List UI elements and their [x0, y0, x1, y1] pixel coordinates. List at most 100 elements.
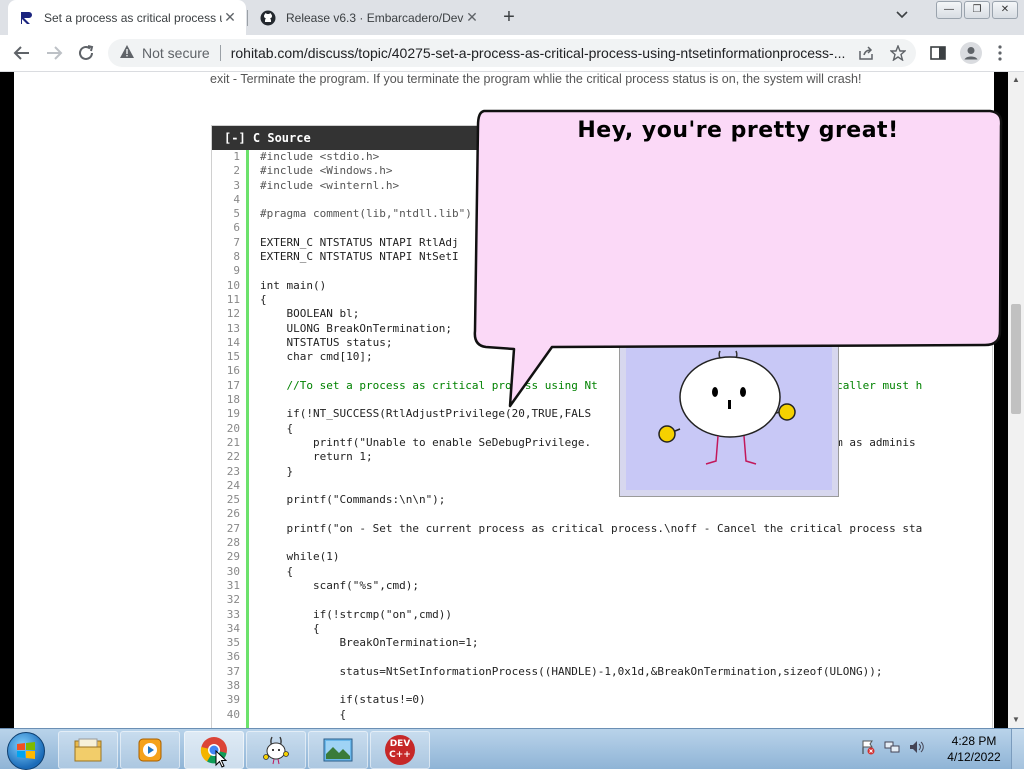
- line-number: 4: [233, 192, 240, 206]
- code-line: printf("on - Set the current process as …: [260, 521, 923, 535]
- tab-separator: [247, 10, 248, 26]
- taskbar-screenshot-button[interactable]: [308, 731, 368, 769]
- line-number: 28: [226, 536, 240, 550]
- minimize-button[interactable]: —: [936, 1, 962, 19]
- line-number: 37: [226, 664, 240, 678]
- close-tab-icon[interactable]: ✕: [464, 9, 480, 26]
- code-gutter-bar: [246, 150, 249, 728]
- tab-title: Release v6.3 · Embarcadero/Dev-: [286, 10, 464, 25]
- line-number: 14: [226, 335, 240, 349]
- line-number: 34: [226, 621, 240, 635]
- line-number: 17: [226, 378, 240, 392]
- omnibox-divider: [219, 45, 221, 61]
- tab-github[interactable]: Release v6.3 · Embarcadero/Dev- ✕: [250, 0, 488, 35]
- taskbar-media-player-button[interactable]: [120, 731, 180, 769]
- scroll-down-icon[interactable]: ▼: [1008, 712, 1024, 728]
- close-tab-icon[interactable]: ✕: [222, 9, 238, 26]
- clock-time: 4:28 PM: [951, 734, 997, 748]
- code-line: status=NtSetInformationProcess((HANDLE)-…: [260, 664, 883, 678]
- folder-icon: [74, 738, 102, 762]
- code-line: {: [260, 621, 320, 635]
- back-icon[interactable]: [10, 41, 34, 65]
- address-bar[interactable]: Not secure rohitab.com/discuss/topic/402…: [108, 39, 916, 67]
- vertical-scrollbar[interactable]: ▲ ▼: [1008, 72, 1024, 728]
- bunny-icon: [263, 736, 289, 765]
- line-number: 31: [226, 578, 240, 592]
- code-line: if(status!=0): [260, 693, 426, 707]
- page-left-margin: [0, 72, 14, 728]
- line-number: 30: [226, 564, 240, 578]
- new-tab-button[interactable]: +: [498, 6, 520, 28]
- security-label: Not secure: [142, 45, 210, 61]
- line-number: 9: [233, 264, 240, 278]
- devcpp-label-top: DEV: [389, 739, 411, 749]
- code-line: {: [260, 707, 347, 721]
- profile-avatar-icon[interactable]: [960, 42, 982, 67]
- github-icon: [260, 10, 276, 26]
- tab-strip: Set a process as critical process u ✕ Re…: [0, 0, 1024, 35]
- volume-icon[interactable]: [908, 739, 924, 758]
- media-player-icon: [138, 738, 162, 762]
- mouse-cursor-icon: [215, 750, 227, 768]
- line-number: 24: [226, 478, 240, 492]
- taskbar-clock[interactable]: 4:28 PM 4/12/2022: [944, 733, 1004, 765]
- windows-logo-icon: [17, 742, 35, 759]
- taskbar-explorer-button[interactable]: [58, 731, 118, 769]
- rohitab-icon: [18, 10, 34, 26]
- warning-icon[interactable]: [120, 45, 136, 61]
- landscape-photo-icon: [323, 738, 353, 762]
- close-window-button[interactable]: ✕: [992, 1, 1018, 19]
- line-number: 23: [226, 464, 240, 478]
- url-text[interactable]: rohitab.com/discuss/topic/40275-set-a-pr…: [231, 45, 851, 61]
- tab-search-icon[interactable]: [896, 8, 908, 22]
- restore-button[interactable]: ❐: [964, 1, 990, 19]
- action-center-flag-icon[interactable]: [860, 739, 876, 758]
- line-number: 3: [233, 178, 240, 192]
- line-number: 10: [226, 278, 240, 292]
- browser-toolbar: Not secure rohitab.com/discuss/topic/402…: [0, 35, 1024, 72]
- speech-bubble: [470, 106, 1005, 416]
- scrollbar-thumb[interactable]: [1011, 304, 1021, 414]
- side-panel-icon[interactable]: [930, 45, 946, 64]
- show-desktop-button[interactable]: [1011, 729, 1024, 769]
- line-number: 22: [226, 450, 240, 464]
- line-number: 13: [226, 321, 240, 335]
- devcpp-label-bottom: C++: [389, 750, 411, 760]
- taskbar-buddy-button[interactable]: [246, 731, 306, 769]
- forward-icon[interactable]: [42, 41, 66, 65]
- taskbar-chrome-button[interactable]: [184, 731, 244, 769]
- taskbar-devcpp-button[interactable]: DEV C++: [370, 731, 430, 769]
- line-number-gutter: 1 2 3 4 5 6 7 8 9 10 11 12 13 14 15 16 17 18 19 20 21 22 23 24 2…: [212, 150, 244, 728]
- network-icon[interactable]: [884, 739, 900, 758]
- line-number: 38: [226, 678, 240, 692]
- scroll-up-icon[interactable]: ▲: [1008, 72, 1024, 88]
- system-tray: [860, 739, 924, 758]
- line-number: 6: [233, 221, 240, 235]
- reload-icon[interactable]: [74, 41, 98, 65]
- bookmark-star-icon[interactable]: [889, 44, 907, 64]
- intro-text: exit - Terminate the program. If you ter…: [210, 72, 862, 86]
- line-number: 19: [226, 407, 240, 421]
- line-number: 7: [233, 235, 240, 249]
- window-controls: — ❐ ✕: [936, 1, 1018, 19]
- line-number: 5: [233, 207, 240, 221]
- code-line: BreakOnTermination=1;: [260, 636, 479, 650]
- line-number: 15: [226, 350, 240, 364]
- share-icon[interactable]: [858, 45, 874, 64]
- start-button[interactable]: [7, 732, 45, 770]
- line-number: 18: [226, 393, 240, 407]
- tab-title: Set a process as critical process u: [44, 10, 222, 25]
- menu-kebab-icon[interactable]: [998, 45, 1002, 64]
- line-number: 1: [233, 150, 240, 163]
- line-number: 27: [226, 521, 240, 535]
- devcpp-icon: DEV C++: [385, 735, 415, 765]
- line-number: 8: [233, 250, 240, 264]
- line-number: 25: [226, 493, 240, 507]
- tab-rohitab[interactable]: Set a process as critical process u ✕: [8, 0, 246, 35]
- line-number: 40: [226, 707, 240, 721]
- line-number: 35: [226, 636, 240, 650]
- line-number: 11: [226, 292, 240, 306]
